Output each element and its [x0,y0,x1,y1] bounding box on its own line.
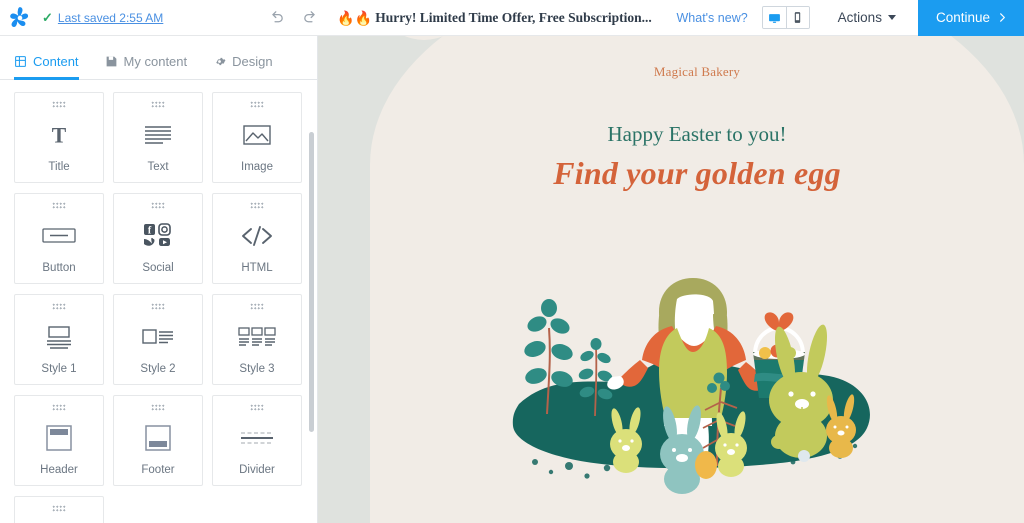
block-card-partial-glyph [15,512,103,523]
layout-style-3-icon [213,310,301,363]
footer-block-icon [114,411,202,464]
title-T-icon: T [15,108,103,161]
tab-content[interactable]: Content [14,54,79,80]
chevron-down-icon [887,15,896,20]
drag-dots-icon[interactable] [151,202,165,209]
whats-new-link[interactable]: What's new? [677,11,748,25]
social-networks-icon: f [114,209,202,262]
button-icon [15,209,103,262]
block-card-footer[interactable]: Footer [113,395,203,486]
svg-text:T: T [52,123,67,147]
drag-dots-icon[interactable] [52,505,66,512]
block-card-text-label: Text [147,161,169,173]
save-floppy-icon [106,56,116,67]
header-block-icon [15,411,103,464]
continue-button[interactable]: Continue [917,0,1024,36]
last-saved-link[interactable]: Last saved 2:55 AM [58,11,163,25]
fire-emoji-icon: 🔥🔥 [337,9,373,26]
drag-dots-icon[interactable] [250,303,264,310]
undo-arrow-icon[interactable] [267,9,285,27]
actions-label: Actions [837,10,882,25]
drag-dots-icon[interactable] [52,404,66,411]
tab-my-content[interactable]: My content [105,54,188,80]
email-body-inner: Magical Bakery Happy Easter to you! Find… [370,36,1024,523]
block-card-image[interactable]: Image [212,92,302,183]
block-card-header[interactable]: Header [14,395,104,486]
tab-design[interactable]: Design [213,54,273,80]
tab-my-content-label: My content [123,54,188,69]
content-blocks-palette: T Title Text Image Button f Social HTML … [0,80,318,523]
content-blocks-grid: T Title Text Image Button f Social HTML … [14,92,318,523]
grid-blocks-icon [15,56,26,67]
block-card-title-label: Title [48,161,70,173]
drag-dots-icon[interactable] [250,101,264,108]
block-card-style-2-label: Style 2 [140,363,176,375]
block-card-html-label: HTML [241,262,273,274]
chevron-right-icon [1000,13,1005,22]
block-card-style-2[interactable]: Style 2 [113,294,203,385]
block-card-header-label: Header [40,464,78,476]
actions-menu[interactable]: Actions [838,10,896,25]
email-body[interactable]: Magical Bakery Happy Easter to you! Find… [364,36,1024,523]
promo-banner[interactable]: 🔥🔥 Hurry! Limited Time Offer, Free Subsc… [337,10,651,26]
block-card-text[interactable]: Text [113,92,203,183]
block-card-button-label: Button [42,262,76,274]
gear-icon [216,57,226,66]
checkmark-icon: ✓ [42,10,53,25]
block-card-divider[interactable]: Divider [212,395,302,486]
code-brackets-icon [213,209,301,262]
email-headline-2[interactable]: Find your golden egg [370,155,1024,192]
desktop-monitor-icon[interactable] [762,7,787,28]
drag-dots-icon[interactable] [151,404,165,411]
layout-style-2-icon [114,310,202,363]
device-preview-toggle [761,6,810,29]
email-brand-logo-text[interactable]: Magical Bakery [370,64,1024,80]
email-editor-app: ✓ Last saved 2:55 AM 🔥🔥 Hurry! Limited T… [0,0,1024,523]
top-toolbar-right: What's new? Actions Continue [677,0,1024,36]
divider-lines-icon [213,411,301,464]
promo-text: Hurry! Limited Time Offer, Free Subscrip… [375,9,652,25]
tab-content-label: Content [33,54,79,69]
redo-arrow-icon[interactable] [301,9,319,27]
tab-design-label: Design [232,54,273,69]
block-card-social[interactable]: f Social [113,193,203,284]
golden-egg [695,451,717,479]
drag-dots-icon[interactable] [250,404,264,411]
brevo-pinwheel-logo[interactable] [7,5,33,31]
email-headline-1[interactable]: Happy Easter to you! [370,122,1024,147]
drag-dots-icon[interactable] [151,303,165,310]
last-saved-status: ✓ Last saved 2:55 AM [42,11,163,25]
block-card-html[interactable]: HTML [212,193,302,284]
sidebar-tabs: Content My content Design [0,36,318,80]
block-card-image-label: Image [241,161,273,173]
drag-dots-icon[interactable] [151,101,165,108]
left-sidebar: Content My content Design T Title Text I… [0,36,318,523]
mobile-phone-icon[interactable] [785,7,809,28]
drag-dots-icon[interactable] [52,202,66,209]
drag-dots-icon[interactable] [52,303,66,310]
drag-dots-icon[interactable] [250,202,264,209]
block-card-social-label: Social [142,262,174,274]
image-picture-icon [213,108,301,161]
email-preview-canvas: Magical Bakery Happy Easter to you! Find… [318,36,1024,523]
block-card-divider-label: Divider [239,464,275,476]
block-card-title[interactable]: T Title [14,92,104,183]
layout-style-1-icon [15,310,103,363]
block-card-style-1[interactable]: Style 1 [14,294,104,385]
sidebar-scrollbar-thumb[interactable] [309,132,314,432]
text-lines-icon [114,108,202,161]
undo-redo-group [267,9,319,27]
continue-label: Continue [935,10,990,25]
block-card-style-1-label: Style 1 [41,363,77,375]
block-card-button[interactable]: Button [14,193,104,284]
easter-egg-hunt-illustration[interactable] [507,204,887,504]
top-toolbar: ✓ Last saved 2:55 AM 🔥🔥 Hurry! Limited T… [0,0,1024,36]
drag-dots-icon[interactable] [52,101,66,108]
block-card-style-3[interactable]: Style 3 [212,294,302,385]
block-card-style-3-label: Style 3 [239,363,275,375]
block-card-footer-label: Footer [141,464,175,476]
block-card-partial[interactable] [14,496,104,523]
editor-body: Content My content Design T Title Text I… [0,36,1024,523]
